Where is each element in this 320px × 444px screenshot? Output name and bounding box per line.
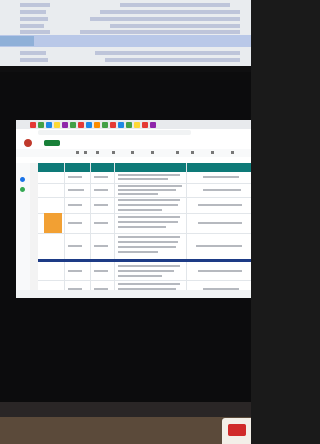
tab-favicon[interactable] bbox=[102, 122, 108, 128]
format-icon[interactable] bbox=[131, 151, 134, 154]
table-header-row bbox=[38, 163, 251, 172]
monitor-screen bbox=[16, 120, 251, 298]
tab-favicon[interactable] bbox=[110, 122, 116, 128]
redo-icon[interactable] bbox=[84, 151, 87, 154]
url-input[interactable] bbox=[38, 130, 191, 135]
more-icon[interactable] bbox=[231, 151, 234, 154]
side-panel-icon[interactable] bbox=[20, 187, 25, 192]
paper-row bbox=[0, 50, 251, 56]
tab-favicon[interactable] bbox=[134, 122, 140, 128]
browser-tab-strip bbox=[16, 120, 251, 129]
tab-favicon[interactable] bbox=[38, 122, 44, 128]
tab-favicon[interactable] bbox=[86, 122, 92, 128]
spreadsheet-grid[interactable] bbox=[38, 163, 251, 298]
tab-favicon[interactable] bbox=[62, 122, 68, 128]
side-panel bbox=[16, 163, 30, 298]
photo-scene bbox=[0, 0, 251, 444]
browser-tabs bbox=[30, 122, 250, 128]
print-icon[interactable] bbox=[96, 151, 99, 154]
side-panel-icon[interactable] bbox=[20, 177, 25, 182]
bold-icon[interactable] bbox=[176, 151, 179, 154]
tab-favicon[interactable] bbox=[118, 122, 124, 128]
tab-favicon[interactable] bbox=[30, 122, 36, 128]
zoom-select[interactable] bbox=[112, 151, 115, 154]
avatar[interactable] bbox=[24, 139, 32, 147]
table-row[interactable] bbox=[38, 213, 251, 234]
share-button[interactable] bbox=[44, 140, 60, 146]
paper-row bbox=[0, 57, 251, 63]
background-paper-table bbox=[0, 0, 251, 72]
paper-highlight-cell bbox=[0, 36, 34, 46]
tab-favicon[interactable] bbox=[46, 122, 52, 128]
desk-surface bbox=[0, 417, 251, 444]
fill-color-icon[interactable] bbox=[191, 151, 194, 154]
paper-highlight-row bbox=[0, 35, 251, 47]
tab-favicon[interactable] bbox=[126, 122, 132, 128]
table-row[interactable] bbox=[38, 233, 251, 260]
paper-row bbox=[0, 9, 251, 15]
undo-icon[interactable] bbox=[76, 151, 79, 154]
paper-row bbox=[0, 2, 251, 8]
tab-favicon[interactable] bbox=[142, 122, 148, 128]
cup-print bbox=[228, 424, 246, 436]
tab-favicon[interactable] bbox=[54, 122, 60, 128]
font-size-icon[interactable] bbox=[151, 151, 154, 154]
tab-favicon[interactable] bbox=[78, 122, 84, 128]
table-row[interactable] bbox=[38, 183, 251, 198]
sheet-tabs-bar[interactable] bbox=[16, 290, 251, 298]
table-row[interactable] bbox=[38, 197, 251, 214]
tab-favicon[interactable] bbox=[150, 122, 156, 128]
tab-favicon[interactable] bbox=[70, 122, 76, 128]
paper-row bbox=[0, 16, 251, 22]
align-icon[interactable] bbox=[211, 151, 214, 154]
table-row[interactable] bbox=[38, 262, 251, 281]
tab-favicon[interactable] bbox=[94, 122, 100, 128]
